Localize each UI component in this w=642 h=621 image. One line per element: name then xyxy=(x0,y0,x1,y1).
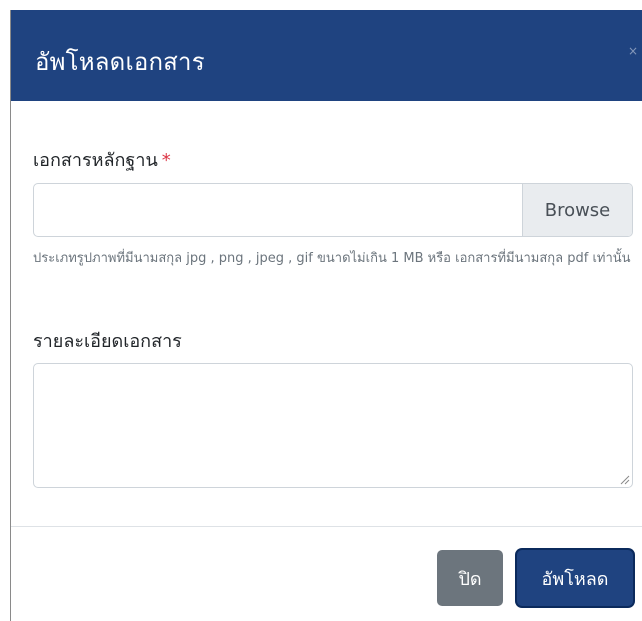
modal-header: อัพโหลดเอกสาร × xyxy=(11,10,642,101)
evidence-label-text: เอกสารหลักฐาน xyxy=(33,150,158,171)
upload-button[interactable]: อัพโหลด xyxy=(517,550,633,606)
browse-button[interactable]: Browse xyxy=(522,184,632,236)
modal-title: อัพโหลดเอกสาร xyxy=(35,48,205,76)
upload-modal: อัพโหลดเอกสาร × เอกสารหลักฐาน * Browse ปร… xyxy=(10,10,642,621)
modal-footer: ปิด อัพโหลด xyxy=(11,526,642,621)
detail-textarea[interactable] xyxy=(33,363,633,488)
close-icon[interactable]: × xyxy=(626,44,640,58)
file-upload-group: Browse xyxy=(33,183,633,237)
close-button[interactable]: ปิด xyxy=(437,550,503,606)
resize-handle-icon[interactable] xyxy=(620,475,630,485)
detail-label: รายละเอียดเอกสาร xyxy=(33,331,182,352)
modal-body: เอกสารหลักฐาน * Browse ประเภทรูปภาพที่มีน… xyxy=(11,101,642,527)
file-type-help-text: ประเภทรูปภาพที่มีนามสกุล jpg , png , jpe… xyxy=(33,251,631,266)
file-input[interactable] xyxy=(34,184,522,236)
required-mark: * xyxy=(161,150,171,171)
evidence-label: เอกสารหลักฐาน * xyxy=(33,145,171,174)
